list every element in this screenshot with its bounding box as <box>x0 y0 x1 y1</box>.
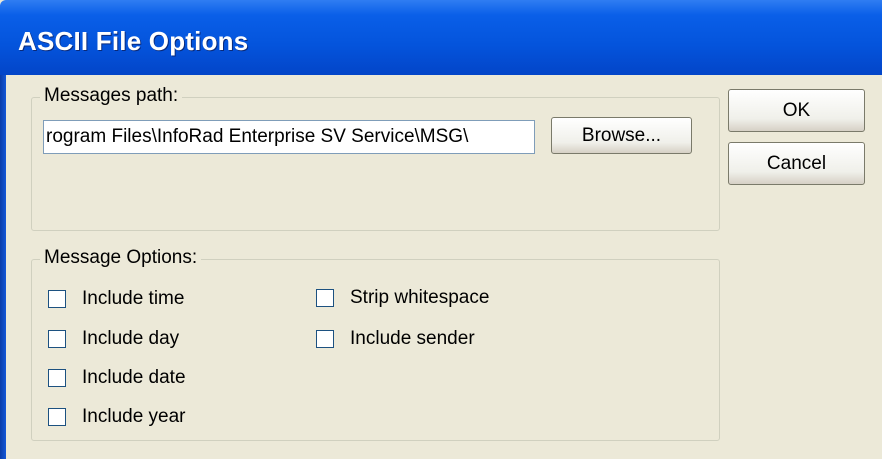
ok-button[interactable]: OK <box>728 89 865 132</box>
include-sender-label: Include sender <box>350 328 475 349</box>
strip-whitespace-box[interactable] <box>316 289 334 307</box>
include-time-box[interactable] <box>48 290 66 308</box>
include-year-label: Include year <box>82 406 186 427</box>
include-date-label: Include date <box>82 367 186 388</box>
messages-path-group: Messages path: rogram Files\InfoRad Ente… <box>31 85 720 231</box>
strip-whitespace-label: Strip whitespace <box>350 287 490 308</box>
dialog-body: Messages path: rogram Files\InfoRad Ente… <box>0 75 882 459</box>
include-sender-box[interactable] <box>316 330 334 348</box>
window-frame-left <box>0 75 6 459</box>
strip-whitespace-checkbox[interactable]: Strip whitespace <box>316 287 489 309</box>
include-time-label: Include time <box>82 288 185 309</box>
title-bar[interactable]: ASCII File Options <box>0 0 882 75</box>
message-options-legend: Message Options: <box>40 247 202 269</box>
include-day-checkbox[interactable]: Include day <box>48 328 179 350</box>
include-year-checkbox[interactable]: Include year <box>48 406 186 428</box>
include-date-checkbox[interactable]: Include date <box>48 367 186 389</box>
window-title: ASCII File Options <box>18 26 249 56</box>
message-options-group: Message Options: Include time Include da… <box>31 247 720 441</box>
browse-button[interactable]: Browse... <box>551 117 692 154</box>
include-date-box[interactable] <box>48 369 66 387</box>
include-day-label: Include day <box>82 328 180 349</box>
include-time-checkbox[interactable]: Include time <box>48 288 184 310</box>
messages-path-legend: Messages path: <box>40 85 183 107</box>
messages-path-input[interactable]: rogram Files\InfoRad Enterprise SV Servi… <box>43 120 535 154</box>
include-day-box[interactable] <box>48 330 66 348</box>
include-sender-checkbox[interactable]: Include sender <box>316 328 475 350</box>
cancel-button[interactable]: Cancel <box>728 142 865 185</box>
include-year-box[interactable] <box>48 408 66 426</box>
